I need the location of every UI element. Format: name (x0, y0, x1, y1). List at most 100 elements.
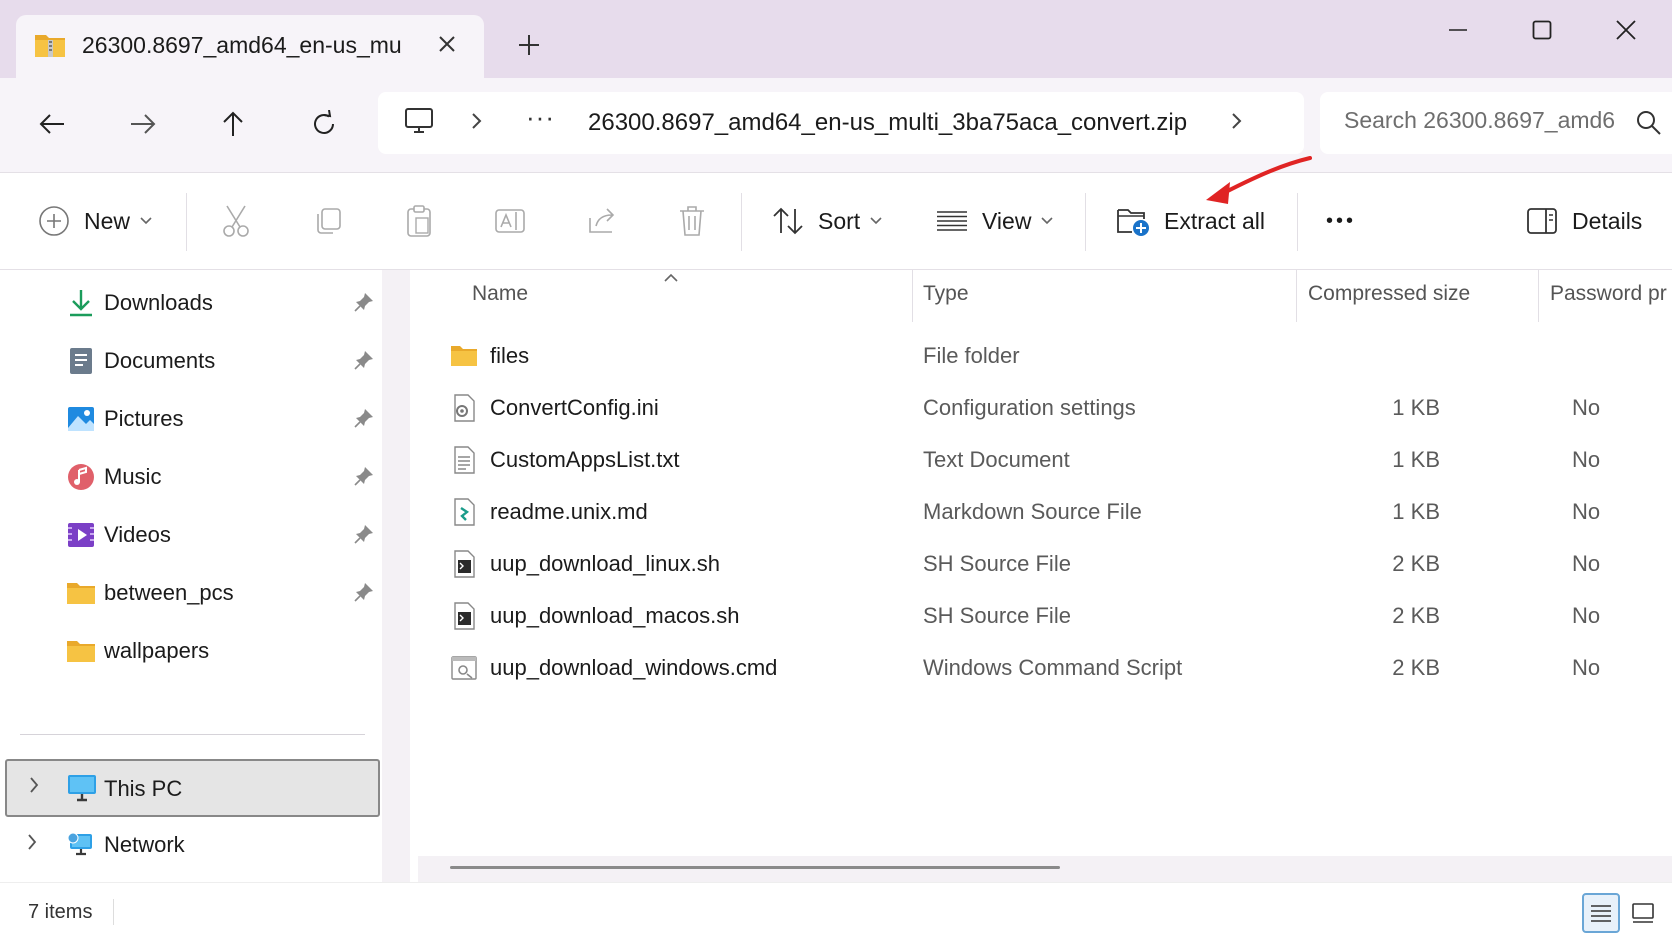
copy-button[interactable] (303, 193, 353, 249)
search-icon[interactable] (1636, 110, 1662, 141)
sidebar-item-videos[interactable]: Videos (0, 506, 382, 564)
pin-icon[interactable] (354, 292, 374, 317)
new-tab-button[interactable] (512, 28, 546, 62)
file-row[interactable]: uup_download_linux.sh SH Source File 2 K… (410, 538, 1672, 590)
chevron-right-icon[interactable] (470, 110, 484, 138)
file-password: No (1572, 395, 1601, 420)
column-header-password[interactable]: Password pr (1550, 282, 1667, 306)
view-button[interactable]: View (936, 193, 1054, 249)
sidebar-item-label: Network (104, 832, 185, 857)
command-bar: New Sort View Extract all ••• Details (0, 172, 1672, 270)
breadcrumb-overflow[interactable]: ··· (526, 102, 555, 133)
details-pane-button[interactable]: Details (1526, 193, 1642, 249)
file-size: 1 KB (1392, 395, 1440, 420)
search-input[interactable] (1344, 107, 1634, 134)
pin-icon[interactable] (354, 408, 374, 433)
column-header-compressed-size[interactable]: Compressed size (1308, 282, 1470, 306)
this-pc-icon[interactable] (404, 106, 434, 141)
paste-button[interactable] (394, 193, 444, 249)
back-button[interactable] (24, 98, 80, 150)
cut-button[interactable] (211, 193, 261, 249)
search-box[interactable] (1320, 92, 1672, 154)
sidebar-item-documents[interactable]: Documents (0, 332, 382, 390)
address-bar[interactable]: ··· 26300.8697_amd64_en-us_multi_3ba75ac… (378, 92, 1304, 154)
maximize-icon (1532, 20, 1552, 40)
rename-button[interactable] (485, 193, 535, 249)
text-file-icon (450, 446, 478, 474)
chevron-down-icon (1041, 217, 1054, 225)
refresh-button[interactable] (296, 98, 352, 150)
more-options-button[interactable]: ••• (1322, 193, 1356, 249)
pin-icon[interactable] (354, 524, 374, 549)
close-tab-button[interactable] (432, 29, 462, 59)
column-divider[interactable] (912, 270, 913, 322)
file-type: Text Document (923, 447, 1070, 472)
chevron-down-icon (140, 217, 152, 225)
more-options-label: ••• (1326, 209, 1357, 232)
file-name: uup_download_linux.sh (490, 551, 720, 576)
tab-active[interactable]: 26300.8697_amd64_en-us_mu (16, 15, 484, 78)
rename-icon (495, 209, 525, 233)
sidebar-item-wallpapers[interactable]: wallpapers (0, 622, 382, 680)
maximize-button[interactable] (1512, 10, 1572, 50)
title-bar: 26300.8697_amd64_en-us_mu (0, 0, 1672, 78)
sidebar-item-network[interactable]: Network (0, 816, 382, 874)
file-row[interactable]: uup_download_macos.sh SH Source File 2 K… (410, 590, 1672, 642)
chevron-right-icon[interactable] (28, 775, 40, 801)
delete-button[interactable] (667, 193, 717, 249)
breadcrumb-current[interactable]: 26300.8697_amd64_en-us_multi_3ba75aca_co… (588, 109, 1187, 137)
column-header-type[interactable]: Type (923, 282, 969, 306)
sidebar-item-label: Pictures (104, 406, 184, 431)
folder-icon (450, 342, 478, 370)
trash-icon (680, 206, 704, 236)
sidebar-item-label: Music (104, 464, 162, 489)
arrow-left-icon (39, 114, 64, 134)
documents-icon (66, 346, 96, 376)
copy-icon (317, 208, 341, 234)
details-pane-label: Details (1572, 207, 1643, 234)
arrow-up-icon (223, 111, 243, 136)
chevron-right-icon[interactable] (26, 832, 38, 858)
horizontal-scrollbar-track[interactable] (418, 856, 1672, 882)
file-row[interactable]: files File folder (410, 330, 1672, 382)
file-name: uup_download_macos.sh (490, 603, 740, 628)
sort-button[interactable]: Sort (772, 193, 882, 249)
status-divider (113, 899, 114, 925)
file-row[interactable]: readme.unix.md Markdown Source File 1 KB… (410, 486, 1672, 538)
sidebar-item-label: between_pcs (104, 580, 234, 605)
sort-ascending-icon (664, 270, 678, 288)
pin-icon[interactable] (354, 350, 374, 375)
column-divider[interactable] (1538, 270, 1539, 322)
refresh-icon (314, 110, 334, 134)
file-size: 1 KB (1392, 499, 1440, 524)
tiles-view-button[interactable] (1624, 893, 1662, 933)
up-button[interactable] (205, 98, 261, 150)
shell-script-icon (450, 602, 478, 630)
file-row[interactable]: CustomAppsList.txt Text Document 1 KB No (410, 434, 1672, 486)
cmd-script-icon (450, 654, 478, 682)
share-button[interactable] (577, 193, 627, 249)
navigation-pane: Downloads Documents Pictures Music Video… (0, 270, 396, 882)
details-view-button[interactable] (1582, 893, 1620, 933)
forward-button[interactable] (115, 98, 171, 150)
file-row[interactable]: ConvertConfig.ini Configuration settings… (410, 382, 1672, 434)
column-header-name[interactable]: Name (472, 282, 528, 306)
pin-icon[interactable] (354, 466, 374, 491)
horizontal-scrollbar-thumb[interactable] (450, 866, 1060, 869)
plus-circle-icon (39, 206, 69, 236)
sidebar-item-this-pc[interactable]: This PC (5, 759, 380, 817)
new-button[interactable]: New (38, 193, 152, 249)
sidebar-item-pictures[interactable]: Pictures (0, 390, 382, 448)
file-size: 2 KB (1392, 551, 1440, 576)
sidebar-item-music[interactable]: Music (0, 448, 382, 506)
this-pc-icon (66, 773, 98, 808)
close-window-button[interactable] (1596, 10, 1656, 50)
column-divider[interactable] (1296, 270, 1297, 322)
minimize-button[interactable] (1428, 10, 1488, 50)
sidebar-item-downloads[interactable]: Downloads (0, 274, 382, 332)
file-row[interactable]: uup_download_windows.cmd Windows Command… (410, 642, 1672, 694)
sidebar-item-between-pcs[interactable]: between_pcs (0, 564, 382, 622)
zip-folder-icon (34, 31, 66, 59)
chevron-right-icon[interactable] (1230, 110, 1244, 138)
pin-icon[interactable] (354, 582, 374, 607)
